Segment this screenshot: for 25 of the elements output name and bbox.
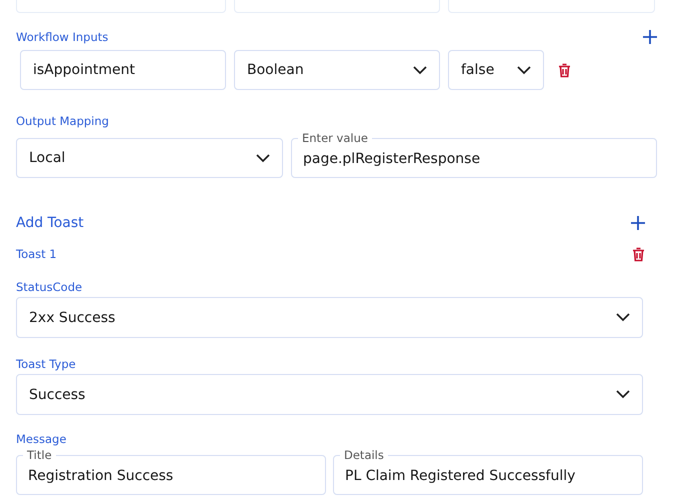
field-label: StatusCode bbox=[16, 280, 82, 294]
value-field[interactable]: Enter value page.plRegisterResponse bbox=[291, 133, 657, 178]
add-icon[interactable] bbox=[631, 216, 645, 230]
section-label: Add Toast bbox=[16, 215, 84, 231]
type-dropdown[interactable]: Boolean bbox=[234, 50, 440, 90]
chevron-down-icon bbox=[616, 390, 630, 399]
chevron-down-icon bbox=[616, 313, 630, 322]
toast-type-dropdown[interactable]: Success bbox=[16, 374, 643, 415]
add-icon[interactable] bbox=[643, 30, 657, 44]
delete-icon[interactable] bbox=[558, 62, 571, 78]
scope-dropdown[interactable]: Local bbox=[16, 138, 283, 178]
name-field[interactable]: isAppointment bbox=[20, 50, 226, 90]
value-dropdown[interactable]: false bbox=[448, 50, 544, 90]
section-label: Workflow Inputs bbox=[16, 30, 108, 44]
chevron-down-icon bbox=[413, 66, 427, 74]
status-code-dropdown[interactable]: 2xx Success bbox=[16, 297, 643, 338]
toast-title: Toast 1 bbox=[16, 247, 57, 261]
message-details-field[interactable]: Details PL Claim Registered Successfully bbox=[333, 450, 643, 495]
section-label: Output Mapping bbox=[16, 114, 109, 128]
chevron-down-icon bbox=[256, 154, 270, 162]
chevron-down-icon bbox=[517, 66, 531, 74]
delete-icon[interactable] bbox=[632, 246, 645, 262]
field-label: Toast Type bbox=[16, 357, 76, 371]
message-title-field[interactable]: Title Registration Success bbox=[16, 450, 326, 495]
field-label: Message bbox=[16, 432, 66, 446]
